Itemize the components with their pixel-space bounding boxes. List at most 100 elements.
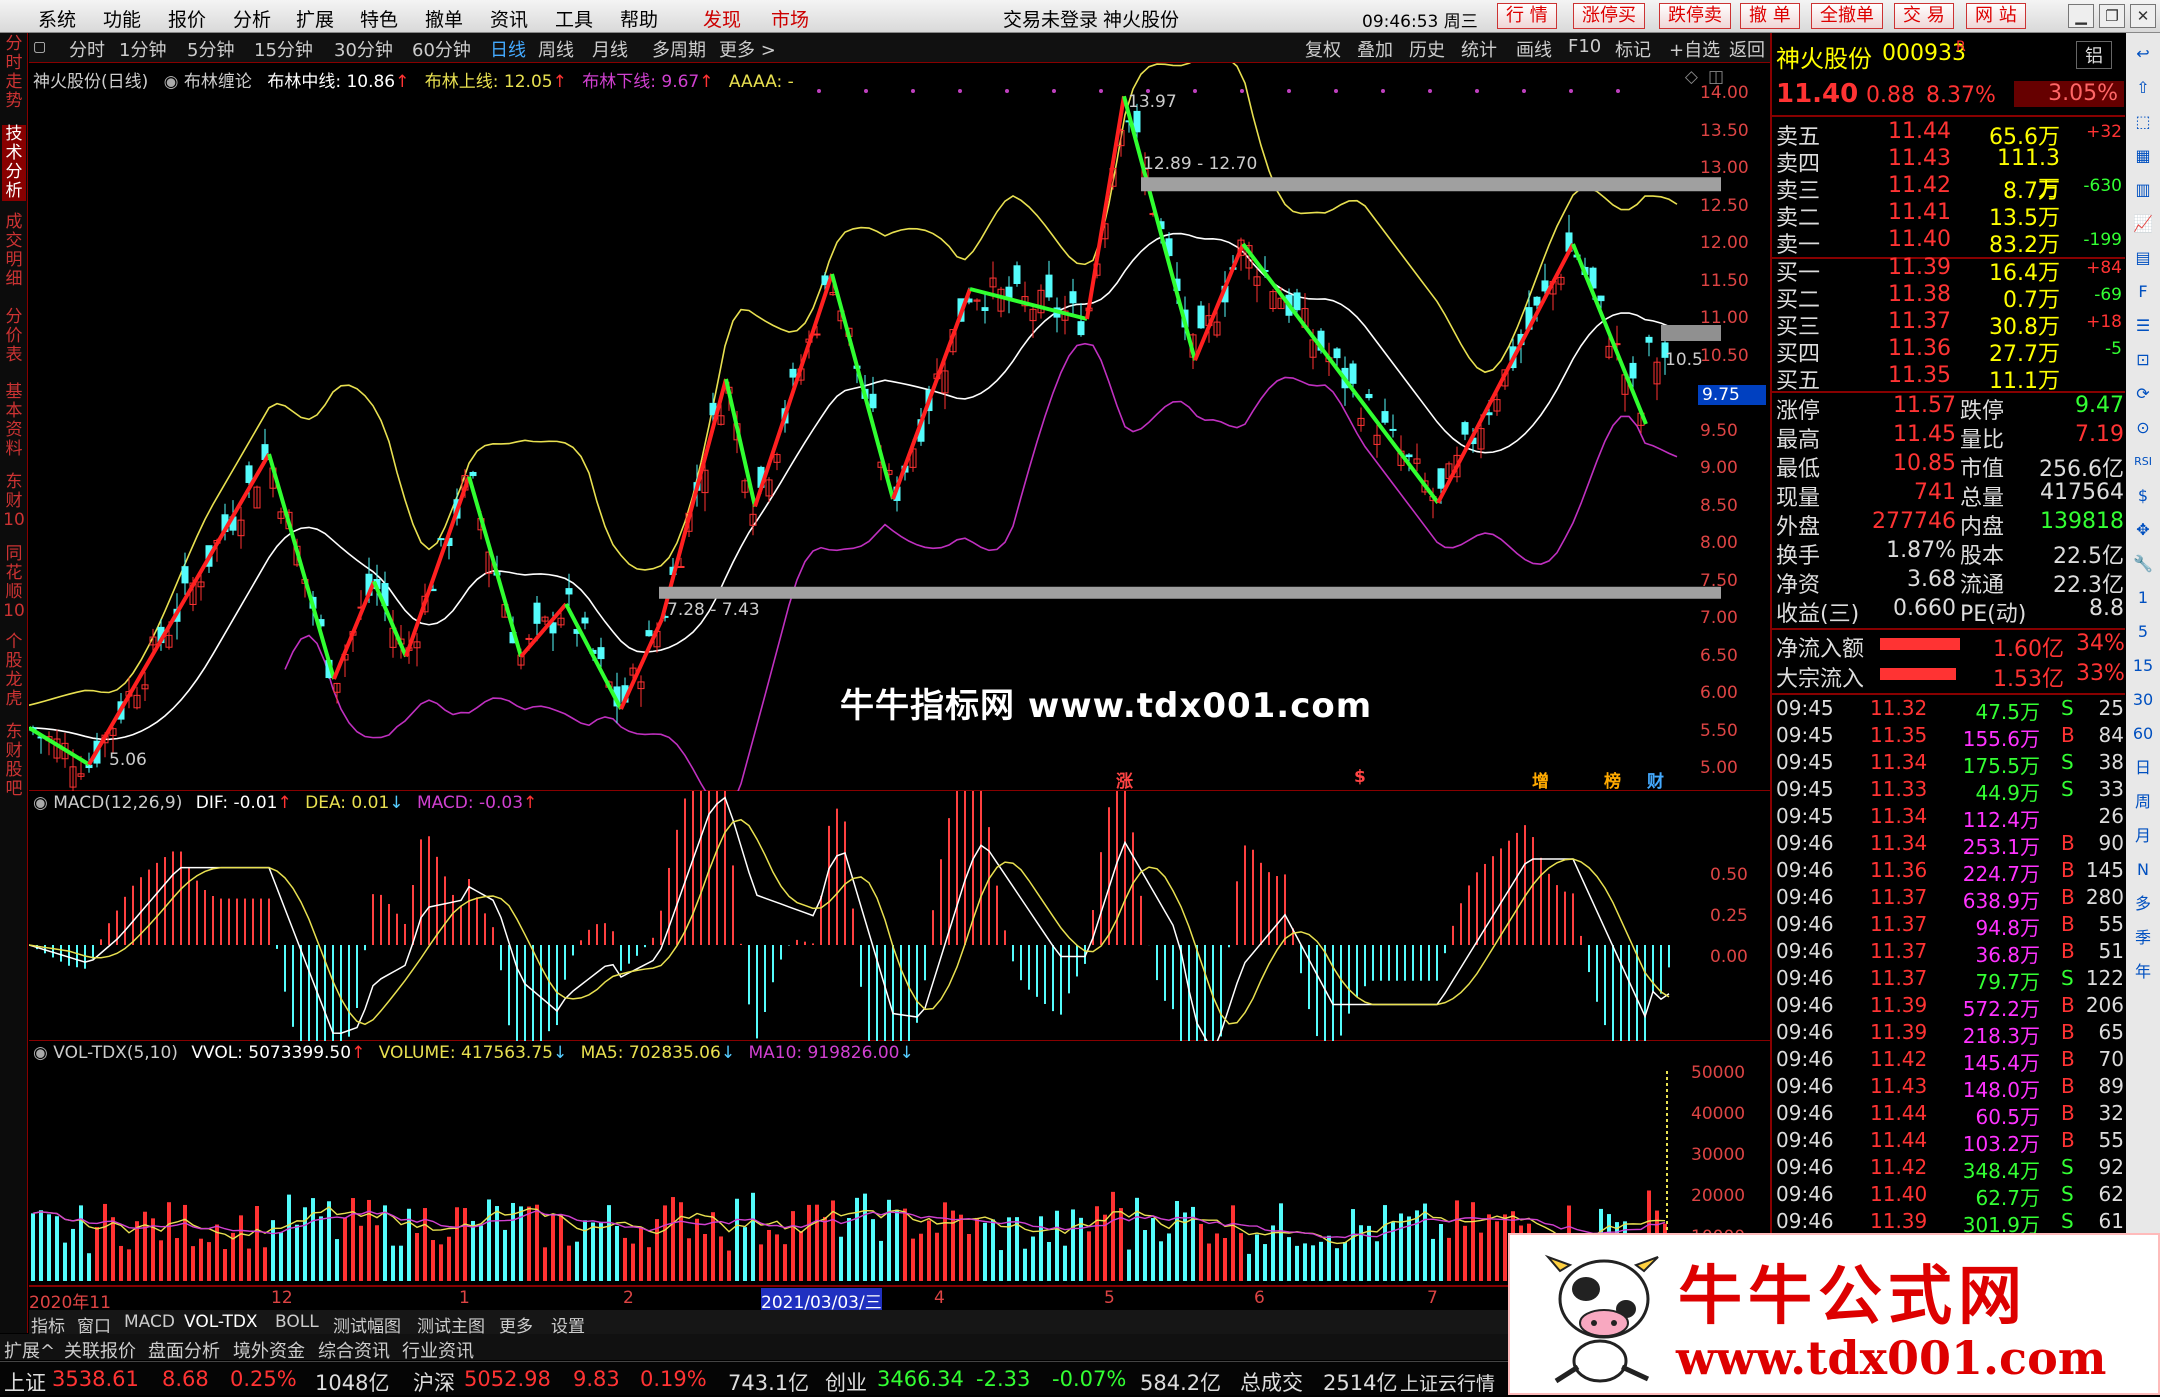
asks-row[interactable]: 卖五 11.44 65.6万 +32 — [1776, 119, 2124, 150]
right-tool-icon-0[interactable]: ↩ — [2130, 41, 2156, 67]
right-tool-icon-10[interactable]: ⟳ — [2130, 381, 2156, 407]
promo-banner[interactable]: 牛牛公式网 www.tdx001.com — [1508, 1233, 2160, 1395]
sector-badge[interactable]: 铝 — [2076, 41, 2112, 69]
period-8[interactable]: 月线 — [592, 36, 628, 62]
bids-row[interactable]: 买四 11.36 27.7万 -5 — [1776, 336, 2124, 367]
right-tool-icon-23[interactable]: 月 — [2130, 823, 2156, 849]
menu-item-8[interactable]: 工具 — [555, 5, 593, 32]
toolbar-button-7[interactable]: +自选 — [1669, 36, 1720, 62]
trade-button-5[interactable]: 交 易 — [1894, 3, 1954, 29]
right-tool-icon-12[interactable]: RSI — [2130, 449, 2156, 475]
extension-tab-3[interactable]: 境外资金 — [233, 1337, 305, 1363]
extension-tab-4[interactable]: 综合资讯 — [318, 1337, 390, 1363]
period-10[interactable]: 更多 > — [719, 36, 776, 62]
menu-highlight-1[interactable]: 市场 — [771, 5, 809, 32]
right-tool-icon-14[interactable]: ✥ — [2130, 517, 2156, 543]
menu-item-9[interactable]: 帮助 — [620, 5, 658, 32]
right-tool-icon-7[interactable]: F — [2130, 279, 2156, 305]
toolbar-button-3[interactable]: 统计 — [1461, 36, 1497, 62]
right-tool-icon-9[interactable]: ⊡ — [2130, 347, 2156, 373]
extension-tab-5[interactable]: 行业资讯 — [402, 1337, 474, 1363]
right-tool-icon-1[interactable]: ⇧ — [2130, 75, 2156, 101]
period-4[interactable]: 30分钟 — [334, 36, 393, 62]
right-tool-icon-17[interactable]: 5 — [2130, 619, 2156, 645]
event-mark-3[interactable]: 榜 — [1604, 767, 1621, 792]
left-nav-item-7[interactable]: 个股龙虎 — [2, 633, 26, 709]
period-2[interactable]: 5分钟 — [187, 36, 234, 62]
left-nav-item-4[interactable]: 基本资料 — [2, 383, 26, 459]
asks-row[interactable]: 卖四 11.43 111.3万 — [1776, 146, 2124, 202]
bids-row[interactable]: 买一 11.39 16.4万 +84 — [1776, 255, 2124, 286]
left-nav-item-5[interactable]: 东财10 — [2, 473, 26, 530]
toolbar-button-5[interactable]: F10 — [1568, 36, 1601, 57]
left-nav-item-2[interactable]: 成交明细 — [2, 213, 26, 289]
right-tool-icon-22[interactable]: 周 — [2130, 789, 2156, 815]
menu-item-5[interactable]: 特色 — [360, 5, 398, 32]
right-tool-icon-24[interactable]: N — [2130, 857, 2156, 883]
trade-button-0[interactable]: 行 情 — [1497, 3, 1557, 29]
indicator-tab-3[interactable]: VOL-TDX — [184, 1312, 258, 1332]
asks-row[interactable]: 卖三 11.42 8.7万 -630 — [1776, 173, 2124, 204]
period-7[interactable]: 周线 — [538, 36, 574, 62]
asks-row[interactable]: 卖一 11.40 83.2万 -199 — [1776, 227, 2124, 258]
period-9[interactable]: 多周期 — [652, 36, 706, 62]
trade-button-2[interactable]: 跌停卖 — [1659, 3, 1731, 29]
event-mark-1[interactable]: $ — [1354, 767, 1366, 787]
right-tool-icon-4[interactable]: ▥ — [2130, 177, 2156, 203]
right-tool-icon-27[interactable]: 年 — [2130, 959, 2156, 985]
period-1[interactable]: 1分钟 — [119, 36, 166, 62]
left-nav-item-6[interactable]: 同花顺10 — [2, 545, 26, 621]
right-tool-icon-18[interactable]: 15 — [2130, 653, 2156, 679]
menu-item-7[interactable]: 资讯 — [490, 5, 528, 32]
event-mark-2[interactable]: 增 — [1532, 767, 1549, 792]
extension-tab-1[interactable]: 关联报价 — [64, 1337, 136, 1363]
toolbar-button-2[interactable]: 历史 — [1409, 36, 1445, 62]
toolbar-button-6[interactable]: 标记 — [1615, 36, 1651, 62]
toolbar-button-0[interactable]: 复权 — [1305, 36, 1341, 62]
square-icon[interactable]: ▢ — [33, 39, 46, 55]
menu-highlight-0[interactable]: 发现 — [703, 5, 741, 32]
period-3[interactable]: 15分钟 — [254, 36, 313, 62]
left-nav-item-0[interactable]: 分时走势 — [2, 35, 26, 111]
left-nav-item-1[interactable]: 技术分析 — [2, 125, 26, 201]
right-tool-icon-5[interactable]: 📈 — [2130, 211, 2156, 237]
menu-item-4[interactable]: 扩展 — [296, 5, 334, 32]
extension-tab-2[interactable]: 盘面分析 — [148, 1337, 220, 1363]
event-mark-4[interactable]: 财 — [1647, 767, 1664, 792]
indicator-tab-4[interactable]: BOLL — [275, 1312, 319, 1332]
left-nav-item-3[interactable]: 分价表 — [2, 308, 26, 365]
right-tool-icon-2[interactable]: ⬚ — [2130, 109, 2156, 135]
right-tool-icon-26[interactable]: 季 — [2130, 925, 2156, 951]
sz-label[interactable]: 沪深 — [413, 1367, 455, 1397]
left-nav-item-8[interactable]: 东财股吧 — [2, 723, 26, 799]
extension-tab-0[interactable]: 扩展^ — [4, 1337, 55, 1363]
macd-panel[interactable]: ◉ MACD(12,26,9) DIF: -0.01↑ DEA: 0.01↓ M… — [29, 791, 1770, 1041]
asks-row[interactable]: 卖二 11.41 13.5万 — [1776, 200, 2124, 231]
trade-button-1[interactable]: 涨停买 — [1573, 3, 1645, 29]
restore-icon[interactable]: ❐ — [2099, 4, 2125, 28]
period-6[interactable]: 日线 — [490, 36, 526, 62]
trade-button-6[interactable]: 网 站 — [1966, 3, 2026, 29]
right-tool-icon-11[interactable]: ⊙ — [2130, 415, 2156, 441]
promo-url[interactable]: www.tdx001.com — [1676, 1331, 2106, 1385]
right-tool-icon-21[interactable]: 日 — [2130, 755, 2156, 781]
right-tool-icon-15[interactable]: 🔧 — [2130, 551, 2156, 577]
menu-item-3[interactable]: 分析 — [233, 5, 271, 32]
trade-button-3[interactable]: 撤 单 — [1740, 3, 1800, 29]
right-tool-icon-20[interactable]: 60 — [2130, 721, 2156, 747]
right-tool-icon-25[interactable]: 多 — [2130, 891, 2156, 917]
right-tool-icon-19[interactable]: 30 — [2130, 687, 2156, 713]
right-tool-icon-3[interactable]: ▦ — [2130, 143, 2156, 169]
right-tool-icon-6[interactable]: ▤ — [2130, 245, 2156, 271]
menu-item-2[interactable]: 报价 — [168, 5, 206, 32]
right-tool-icon-13[interactable]: $ — [2130, 483, 2156, 509]
right-tool-icon-8[interactable]: ☰ — [2130, 313, 2156, 339]
period-0[interactable]: 分时 — [69, 36, 105, 62]
close-icon[interactable]: ✕ — [2130, 4, 2156, 28]
menu-item-0[interactable]: 系统 — [38, 5, 76, 32]
right-tool-icon-16[interactable]: 1 — [2130, 585, 2156, 611]
menu-item-1[interactable]: 功能 — [103, 5, 141, 32]
indicator-tab-2[interactable]: MACD — [124, 1312, 175, 1332]
trade-button-4[interactable]: 全撤单 — [1811, 3, 1883, 29]
minimize-icon[interactable]: ▁ — [2068, 4, 2094, 28]
